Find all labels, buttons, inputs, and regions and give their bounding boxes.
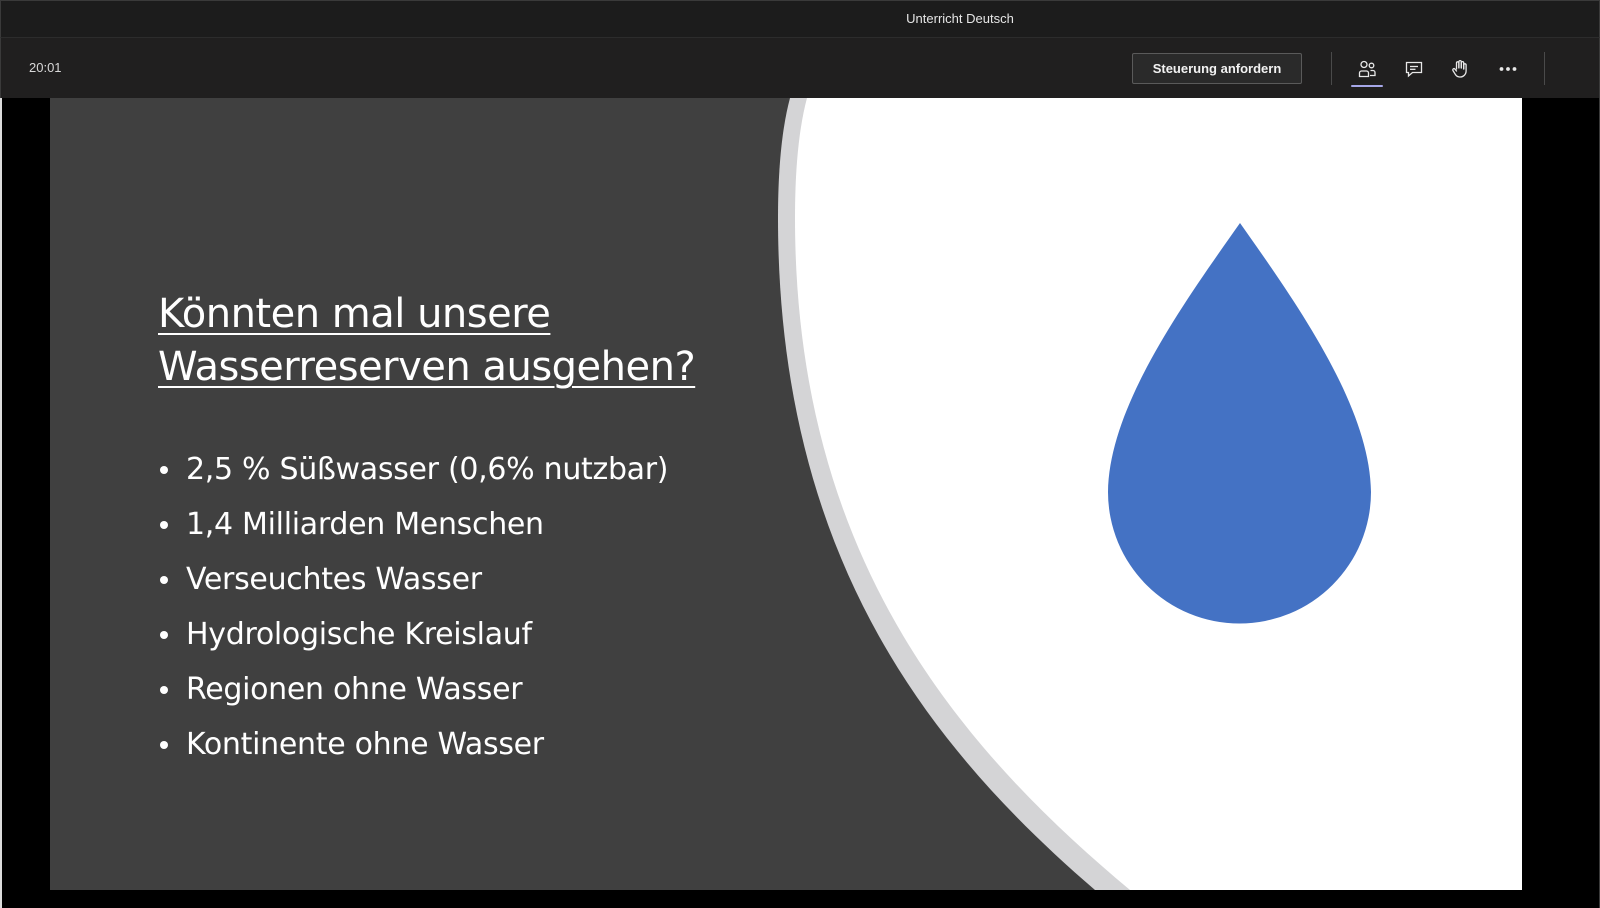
- teams-meeting-window: Unterricht Deutsch 20:01 Steuerung anfor…: [0, 0, 1600, 908]
- bullet-text: Hydrologische Kreislauf: [186, 617, 532, 652]
- bullet-dot: [160, 576, 168, 584]
- slide-title-line-2: Wasserreserven ausgehen?: [158, 344, 696, 390]
- bullet-text: Regionen ohne Wasser: [186, 672, 523, 707]
- shared-screen-stage: Könnten mal unsere Wasserreserven ausgeh…: [0, 98, 1600, 908]
- bullet-dot: [160, 466, 168, 474]
- slide-bullet-list: 2,5 % Süßwasser (0,6% nutzbar) 1,4 Milli…: [158, 442, 669, 772]
- chat-icon[interactable]: [1399, 54, 1429, 84]
- more-options-icon[interactable]: [1493, 54, 1523, 84]
- bullet-text: 2,5 % Süßwasser (0,6% nutzbar): [186, 452, 669, 487]
- presentation-slide: Könnten mal unsere Wasserreserven ausgeh…: [50, 98, 1522, 890]
- toolbar-divider: [1544, 52, 1545, 85]
- slide-bullet: Verseuchtes Wasser: [158, 552, 668, 607]
- bullet-dot: [160, 741, 168, 749]
- request-control-button[interactable]: Steuerung anfordern: [1132, 53, 1302, 84]
- title-bar: Unterricht Deutsch: [0, 0, 1600, 38]
- slide-bullet: 1,4 Milliarden Menschen: [158, 497, 668, 552]
- bullet-dot: [160, 521, 168, 529]
- raise-hand-icon[interactable]: [1445, 54, 1475, 84]
- slide-title-line-1: Könnten mal unsere: [158, 291, 551, 337]
- bullet-text: 1,4 Milliarden Menschen: [186, 507, 544, 542]
- meeting-toolbar: 20:01 Steuerung anfordern: [0, 38, 1600, 98]
- slide-title: Könnten mal unsere Wasserreserven ausgeh…: [158, 288, 798, 394]
- bullet-text: Kontinente ohne Wasser: [186, 727, 544, 762]
- slide-bullet: 2,5 % Süßwasser (0,6% nutzbar): [158, 442, 669, 497]
- toolbar-divider: [1331, 52, 1332, 85]
- slide-bullet: Hydrologische Kreislauf: [158, 607, 668, 662]
- bullet-dot: [160, 631, 168, 639]
- slide-bullet: Kontinente ohne Wasser: [158, 717, 668, 772]
- bullet-dot: [160, 686, 168, 694]
- slide-bullet: Regionen ohne Wasser: [158, 662, 668, 717]
- window-title: Unterricht Deutsch: [906, 11, 1014, 26]
- bullet-text: Verseuchtes Wasser: [186, 562, 482, 597]
- participants-icon[interactable]: [1352, 54, 1382, 84]
- meeting-timer: 20:01: [29, 60, 62, 75]
- participants-active-indicator: [1351, 85, 1383, 87]
